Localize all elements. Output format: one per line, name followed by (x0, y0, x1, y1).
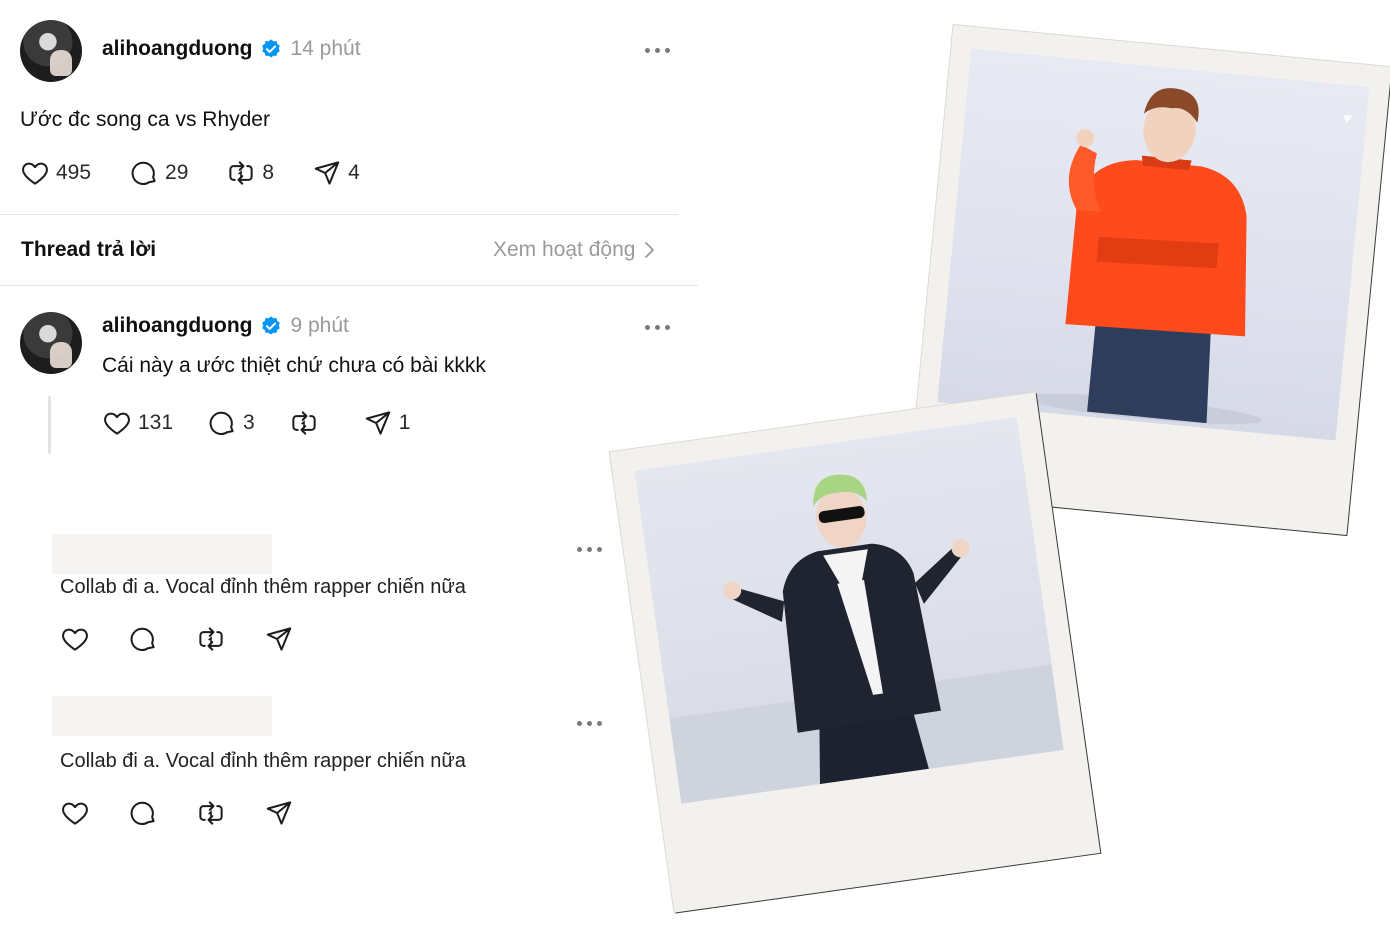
like-button[interactable] (60, 798, 90, 828)
comment-actions (60, 624, 294, 654)
repost-icon (289, 408, 319, 438)
like-count: 131 (138, 411, 174, 434)
comment-button[interactable] (128, 798, 158, 828)
like-count: 495 (56, 161, 92, 184)
more-icon[interactable] (577, 547, 602, 552)
comment-button[interactable]: 29 (129, 158, 188, 188)
post-header: alihoangduong 14 phút (102, 37, 361, 61)
blurred-username (52, 696, 272, 736)
like-button[interactable] (60, 624, 90, 654)
heart-icon (60, 624, 90, 654)
share-count: 1 (398, 411, 411, 434)
share-button[interactable] (264, 798, 294, 828)
photo-red-jacket (937, 48, 1370, 441)
post-text: Ước đc song ca vs Rhyder (20, 108, 270, 131)
repost-icon (226, 158, 256, 188)
repost-button[interactable] (196, 624, 226, 654)
reply-header: alihoangduong 9 phút (102, 314, 349, 338)
comment-text: Collab đi a. Vocal đỉnh thêm rapper chiế… (60, 750, 466, 772)
share-icon (363, 408, 393, 438)
share-icon (264, 624, 294, 654)
repost-button[interactable] (196, 798, 226, 828)
share-count: 4 (348, 161, 360, 184)
reply-actions: 131 3 1 (102, 408, 410, 438)
photo-black-blazer (634, 417, 1064, 804)
divider (0, 214, 678, 215)
like-button[interactable]: 495 (20, 158, 91, 188)
polaroid-photo-2 (609, 392, 1101, 913)
section-title: Thread trả lời (21, 238, 157, 261)
post-actions: 495 29 8 4 (20, 158, 360, 188)
share-icon (312, 158, 342, 188)
share-icon (264, 798, 294, 828)
share-button[interactable] (264, 624, 294, 654)
divider (0, 285, 698, 286)
repost-icon (196, 624, 226, 654)
share-button[interactable]: 4 (312, 158, 360, 188)
comment-icon (207, 408, 237, 438)
repost-count: 8 (262, 161, 275, 184)
heart-icon (20, 158, 50, 188)
more-icon[interactable] (577, 721, 602, 726)
reply-time: 9 phút (290, 314, 349, 337)
like-button[interactable]: 131 (102, 408, 173, 438)
reply-avatar[interactable] (20, 312, 82, 374)
post-time: 14 phút (290, 37, 361, 60)
more-icon[interactable] (645, 48, 670, 53)
repost-button[interactable]: 8 (226, 158, 274, 188)
verified-badge-icon (262, 39, 281, 58)
heart-icon (102, 408, 132, 438)
thread-line (48, 396, 51, 454)
reply-username[interactable]: alihoangduong (102, 314, 252, 338)
see-activity-link[interactable]: Xem hoạt động (493, 238, 655, 262)
verified-badge-icon (262, 316, 281, 335)
share-button[interactable]: 1 (363, 408, 411, 438)
comment-icon (129, 158, 159, 188)
blurred-username (52, 534, 272, 574)
comment-button[interactable]: 3 (207, 408, 255, 438)
see-activity-label: Xem hoạt động (493, 238, 636, 261)
more-icon[interactable] (645, 325, 670, 330)
avatar[interactable] (20, 20, 82, 82)
comment-count: 3 (243, 411, 255, 434)
reply-text: Cái này a ước thiệt chứ chưa có bài kkkk (102, 354, 486, 377)
comment-button[interactable] (128, 624, 158, 654)
username[interactable]: alihoangduong (102, 37, 252, 61)
repost-button[interactable] (289, 408, 319, 438)
comment-actions (60, 798, 294, 828)
heart-icon (60, 798, 90, 828)
repost-icon (196, 798, 226, 828)
comment-icon (128, 624, 158, 654)
comment-count: 29 (165, 161, 189, 184)
comment-text: Collab đi a. Vocal đỉnh thêm rapper chiế… (60, 576, 466, 598)
chevron-right-icon (645, 242, 655, 258)
comment-icon (128, 798, 158, 828)
